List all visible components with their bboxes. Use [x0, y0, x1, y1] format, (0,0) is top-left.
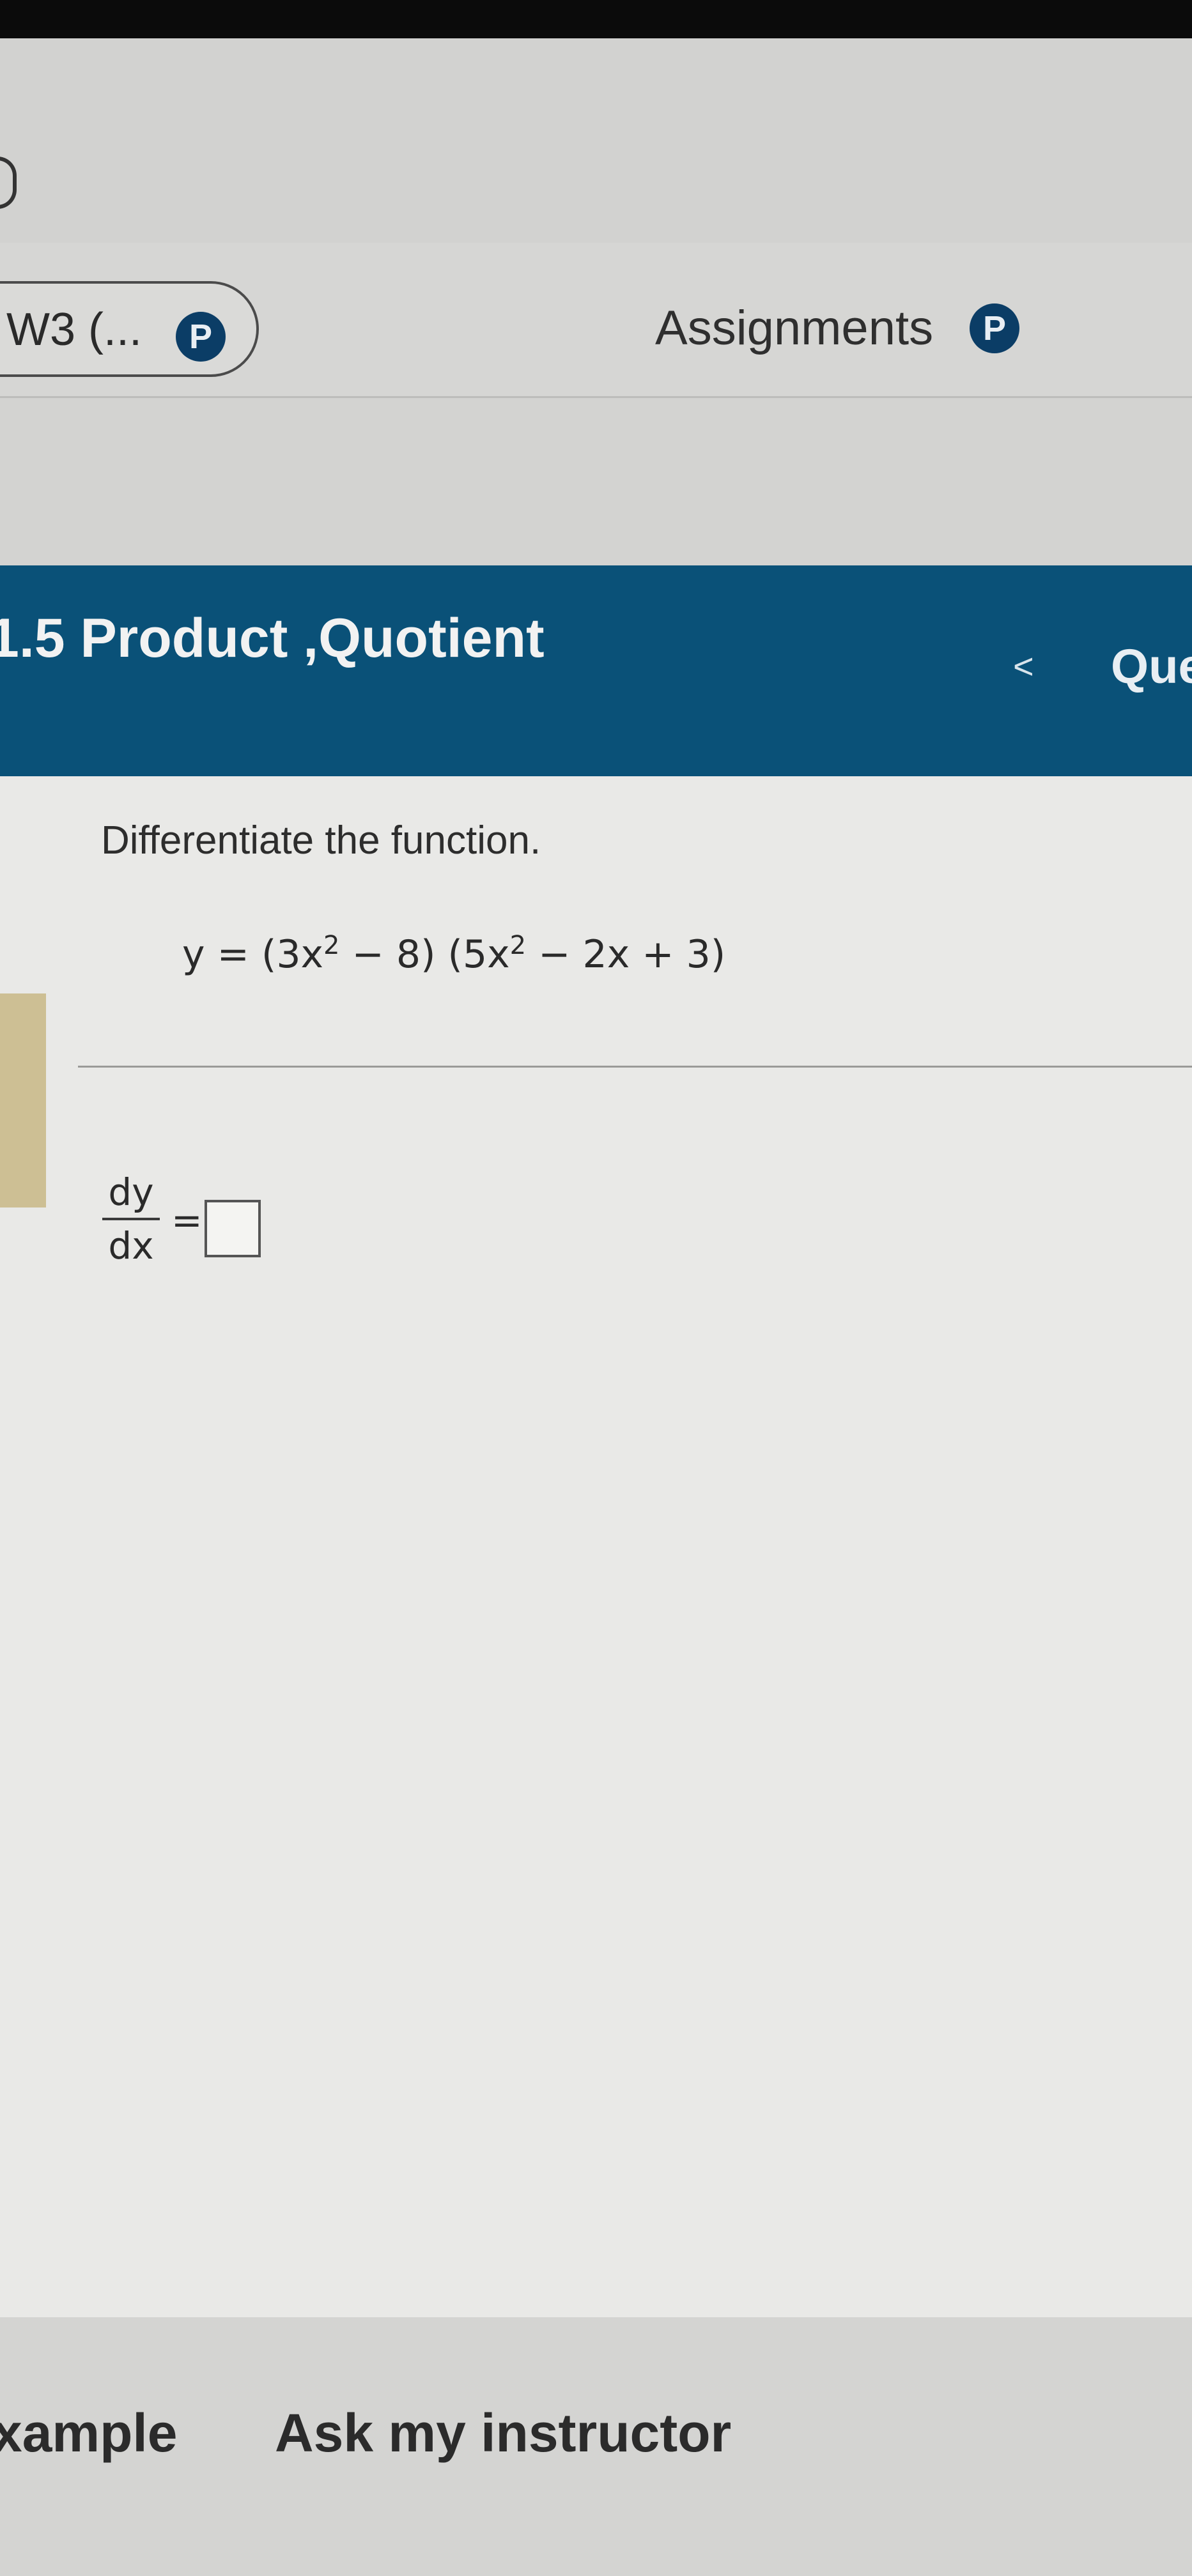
- factor-two-rest: − 2x + 3): [526, 932, 726, 977]
- divider: [78, 1066, 1192, 1068]
- pearson-icon: P: [176, 312, 226, 362]
- answer-input[interactable]: [205, 1200, 261, 1257]
- equals-sign: =: [171, 1199, 203, 1242]
- browser-chrome-area: [0, 38, 1192, 243]
- question-instruction: Differentiate the function.: [101, 818, 541, 862]
- question-panel: [0, 776, 1192, 2317]
- fraction-numerator: dy: [108, 1170, 154, 1214]
- nav-spacer: [0, 398, 1192, 565]
- equation-lhs: y =: [182, 932, 261, 977]
- factor-one-exponent: 2: [323, 931, 340, 960]
- fraction-denominator: dx: [108, 1224, 154, 1268]
- top-bezel: [0, 0, 1192, 38]
- factor-two: (5x: [435, 932, 510, 977]
- pearson-icon: P: [970, 303, 1019, 353]
- ask-instructor-button[interactable]: Ask my instructor: [275, 2402, 731, 2464]
- side-panel-edge: [0, 993, 46, 1208]
- factor-two-exponent: 2: [509, 931, 527, 960]
- section-title: 1.5 Product ,Quotient: [0, 608, 545, 669]
- fraction-bar: [102, 1218, 160, 1220]
- question-navigator[interactable]: Que: [1111, 639, 1192, 694]
- course-label[interactable]: W3 (...: [6, 303, 142, 356]
- factor-one: (3x: [261, 932, 324, 977]
- function-equation: y = (3x2 − 8) (5x2 − 2x + 3): [182, 914, 725, 986]
- assignments-link[interactable]: Assignments: [655, 300, 933, 356]
- view-example-button[interactable]: xample: [0, 2402, 178, 2464]
- derivative-fraction: dy dx: [102, 1169, 160, 1269]
- factor-one-rest: − 8): [339, 932, 436, 977]
- previous-question-arrow-icon[interactable]: <: [1013, 645, 1034, 687]
